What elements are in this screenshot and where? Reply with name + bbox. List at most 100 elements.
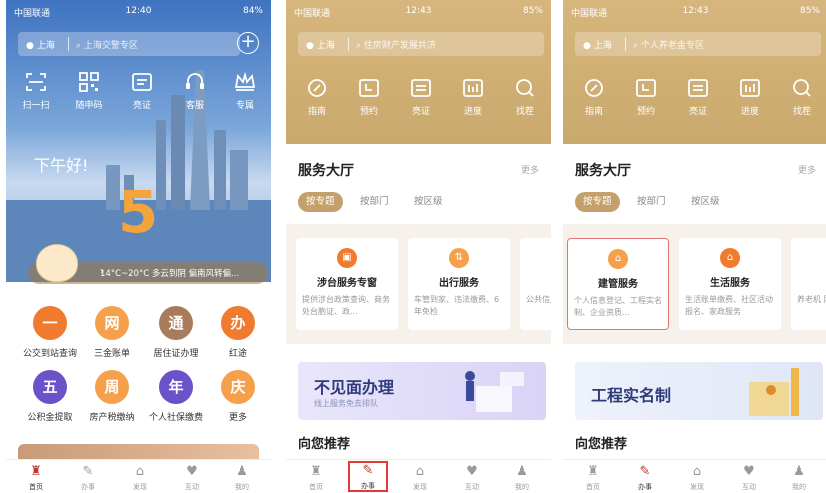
card-pension-services[interactable]: 职养老机 照护之...: [791, 238, 826, 330]
search-input[interactable]: ⌕ 个人养老金专区: [633, 38, 704, 51]
card-icon: [411, 79, 431, 97]
quick-booking[interactable]: 预约: [621, 78, 671, 117]
search-input[interactable]: ⌕ 住房财产发展共济: [356, 38, 436, 51]
tab-label: 互动: [742, 483, 756, 491]
status-bar: 中国联通 12:40 84%: [6, 0, 271, 22]
quick-service[interactable]: 客服: [170, 72, 220, 111]
card-travel-services[interactable]: ⇅ 出行服务 车管到家、违法缴费、6年免检: [408, 238, 510, 330]
chip-by-district[interactable]: 按区级: [406, 192, 451, 212]
header-background: 中国联通 12:43 85% ● 上海 ⌕ 个人养老金专区 指南 预约 亮证 进…: [563, 0, 826, 144]
clock: 12:43: [405, 6, 432, 16]
service-badge: 庆: [221, 370, 255, 404]
chip-by-topic[interactable]: 按专题: [298, 192, 343, 212]
quick-card[interactable]: 亮证: [673, 78, 723, 117]
quick-card[interactable]: 亮证: [396, 78, 446, 117]
promo-banner[interactable]: [18, 444, 259, 460]
service-residence-permit[interactable]: 通 居住证办理: [146, 306, 206, 359]
tab-discover[interactable]: ⌂ 发现: [120, 464, 160, 492]
chip-by-department[interactable]: 按部门: [352, 192, 397, 212]
tab-profile[interactable]: ♟ 我的: [779, 464, 819, 492]
tab-services[interactable]: ✎ 办事: [625, 464, 665, 492]
quick-booking[interactable]: 预约: [344, 78, 394, 117]
tab-services[interactable]: ✎ 办事: [348, 461, 388, 492]
quick-find[interactable]: 找茬: [500, 78, 550, 117]
section-title: 向您推荐: [298, 437, 351, 452]
service-red-route[interactable]: 办 红途: [208, 306, 268, 359]
chip-by-department[interactable]: 按部门: [629, 192, 674, 212]
promo-banner[interactable]: 不见面办理 线上服务免去排队: [298, 362, 546, 420]
service-badge: 年: [159, 370, 193, 404]
section-title: 服务大厅: [298, 163, 354, 179]
service-bill[interactable]: 网 三金账单: [82, 306, 142, 359]
search-placeholder: 住房财产发展共济: [363, 41, 436, 51]
quick-progress[interactable]: 进度: [448, 78, 498, 117]
tab-discover[interactable]: ⌂ 发现: [677, 464, 717, 492]
more-link[interactable]: 更多: [521, 163, 539, 176]
tab-interact[interactable]: ♥ 互动: [729, 464, 769, 492]
service-bus-arrival[interactable]: 一 公交到站查询: [20, 306, 80, 359]
card-icon: [132, 73, 152, 91]
quick-card[interactable]: 亮证: [117, 72, 167, 111]
card-desc: 车管到家、违法缴费、6年免检: [414, 295, 500, 316]
service-cards: ⌂ 建管服务 个人信息登记、工程实名制、企业资质... ⌂ 生活服务 生活账单缴费、社区…: [563, 224, 826, 344]
quick-progress[interactable]: 进度: [725, 78, 775, 117]
tab-home[interactable]: ♜ 首页: [296, 464, 336, 492]
search-input[interactable]: ⌕ 上海交警专区: [76, 38, 138, 51]
chip-by-topic[interactable]: 按专题: [575, 192, 620, 212]
search-placeholder: 上海交警专区: [83, 41, 138, 51]
service-provident-fund[interactable]: 五 公积金提取: [20, 370, 80, 423]
quick-exclusive[interactable]: 专属: [220, 72, 270, 111]
service-social-security[interactable]: 年 个人社保缴费: [146, 370, 206, 423]
tab-label: 发现: [413, 483, 427, 491]
quick-label: 随申码: [75, 101, 103, 111]
chip-by-district[interactable]: 按区级: [683, 192, 728, 212]
scan-icon: [26, 73, 46, 91]
tab-services[interactable]: ✎ 办事: [68, 464, 108, 492]
bottom-tab-bar: ♜ 首页 ✎ 办事 ⌂ 发现 ♥ 互动 ♟ 我的: [286, 459, 551, 493]
tab-discover[interactable]: ⌂ 发现: [400, 464, 440, 492]
location-selector[interactable]: ● 上海: [583, 38, 612, 51]
search-bar[interactable]: ● 上海 ⌕ 个人养老金专区: [575, 32, 821, 56]
quick-guide[interactable]: 指南: [569, 78, 619, 117]
pen-icon: ✎: [639, 464, 651, 479]
search-bar[interactable]: ● 上海 ⌕ 住房财产发展共济: [298, 32, 544, 56]
service-property-tax[interactable]: 周 房产税缴纳: [82, 370, 142, 423]
service-label: 公积金提取: [27, 413, 73, 423]
quick-actions: 指南 预约 亮证 进度 找茬: [563, 78, 826, 128]
card-desc: 公共信用 件事、...: [526, 295, 551, 304]
quick-scan[interactable]: 扫一扫: [11, 72, 61, 111]
more-link[interactable]: 更多: [798, 163, 816, 176]
card-life-services[interactable]: ⌂ 生活服务 生活账单缴费、社区活动报名、家政服务: [679, 238, 781, 330]
crown-icon: [234, 72, 256, 91]
location-selector[interactable]: ● 上海: [26, 38, 55, 51]
tab-interact[interactable]: ♥ 互动: [452, 464, 492, 492]
quick-label: 亮证: [132, 101, 151, 111]
tab-home[interactable]: ♜ 首页: [16, 464, 56, 492]
card-construction-services[interactable]: ⌂ 建管服务 个人信息登记、工程实名制、企业资质...: [567, 238, 669, 330]
tab-home[interactable]: ♜ 首页: [573, 464, 613, 492]
quick-guide[interactable]: 指南: [292, 78, 342, 117]
search-divider: [348, 37, 349, 51]
home-icon: ♜: [310, 464, 322, 479]
quick-label: 指南: [307, 107, 326, 117]
tab-profile[interactable]: ♟ 我的: [502, 464, 542, 492]
quick-qrcode[interactable]: 随申码: [64, 72, 114, 111]
search-icon: [516, 79, 534, 97]
card-desc: 提供涉台政策查询、商务处台胞证、政...: [302, 295, 390, 316]
tab-label: 互动: [465, 483, 479, 491]
status-bar: 中国联通 12:43 85%: [286, 0, 551, 22]
quick-find[interactable]: 找茬: [777, 78, 826, 117]
tab-interact[interactable]: ♥ 互动: [172, 464, 212, 492]
add-icon[interactable]: +: [237, 32, 259, 54]
calendar-icon: [359, 79, 379, 97]
promo-title: 不见面办理: [314, 378, 395, 397]
search-bar[interactable]: ● 上海 ⌕ 上海交警专区: [18, 32, 240, 56]
promo-banner[interactable]: 工程实名制: [575, 362, 823, 420]
location-label: 上海: [316, 41, 335, 51]
card-credit-services[interactable]: 信公共信用 件事、...: [520, 238, 551, 330]
card-taiwan-services[interactable]: ▣ 涉台服务专窗 提供涉台政策查询、商务处台胞证、政...: [296, 238, 398, 330]
location-selector[interactable]: ● 上海: [306, 38, 335, 51]
tab-profile[interactable]: ♟ 我的: [222, 464, 262, 492]
service-more[interactable]: 庆 更多: [208, 370, 268, 423]
quick-label: 预约: [359, 107, 378, 117]
